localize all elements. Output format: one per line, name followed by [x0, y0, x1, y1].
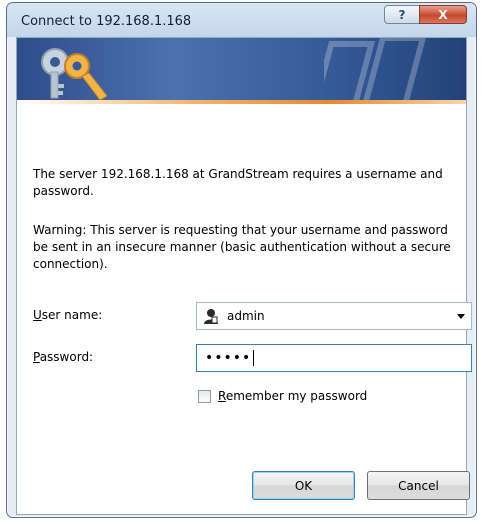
banner [17, 38, 466, 104]
password-field[interactable]: ••••• [196, 344, 472, 372]
cancel-button[interactable]: Cancel [367, 471, 470, 500]
close-button[interactable]: X [419, 5, 467, 24]
remember-password-checkbox[interactable] [198, 390, 211, 403]
security-warning: Warning: This server is requesting that … [33, 223, 451, 271]
text-caret [253, 350, 255, 366]
banner-accent-line [17, 100, 466, 104]
server-message: The server 192.168.1.168 at GrandStream … [33, 167, 443, 198]
username-combobox[interactable]: admin [196, 302, 472, 330]
username-label: User name: [33, 308, 103, 322]
username-value: admin [227, 309, 265, 323]
password-mask: ••••• [205, 350, 252, 366]
help-icon: ? [398, 7, 406, 22]
title-bar[interactable]: Connect to 192.168.1.168 ? X [7, 3, 476, 37]
login-dialog: Connect to 192.168.1.168 ? X The server … [6, 2, 477, 518]
dropdown-arrow-icon[interactable] [457, 314, 465, 319]
dialog-body: The server 192.168.1.168 at GrandStream … [16, 37, 472, 515]
keys-icon [41, 48, 108, 101]
dialog-title: Connect to 192.168.1.168 [21, 14, 192, 29]
user-icon [204, 309, 218, 324]
close-icon: X [438, 7, 448, 22]
help-button[interactable]: ? [384, 5, 420, 24]
watermark-graphic [324, 38, 427, 104]
password-label: Password: [33, 350, 94, 364]
remember-password-label[interactable]: Remember my password [218, 389, 367, 403]
ok-button[interactable]: OK [252, 471, 355, 500]
